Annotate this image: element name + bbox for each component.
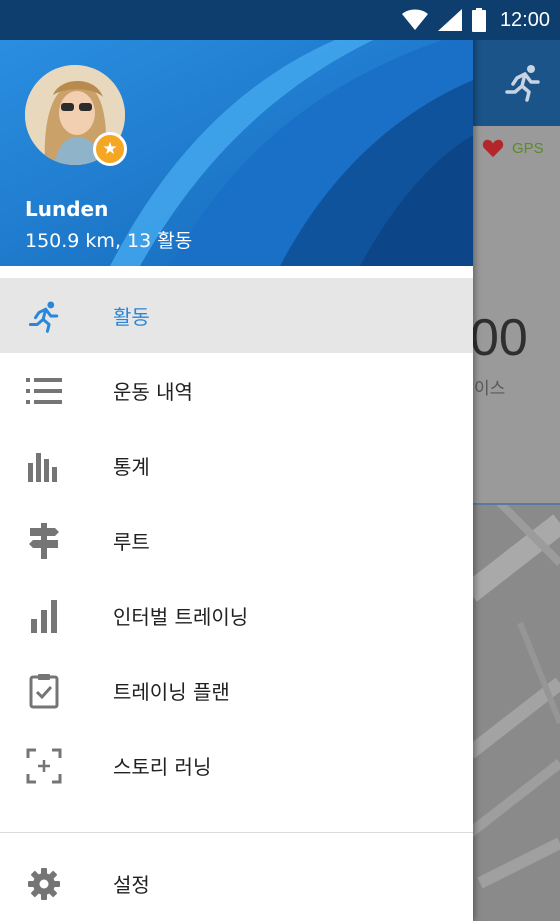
navigation-drawer: ★ Lunden 150.9 km, 13 활동 활동 운동 내역 통계 루트 … [0, 0, 473, 921]
menu-item-story-running[interactable]: 스토리 러닝 [0, 728, 473, 803]
gps-status: GPS [482, 138, 544, 158]
menu-item-label: 루트 [113, 530, 150, 554]
settings-label: 설정 [113, 873, 150, 897]
drawer-header: ★ Lunden 150.9 km, 13 활동 [0, 40, 473, 266]
menu-item-routes[interactable]: 루트 [0, 503, 473, 578]
wifi-icon [401, 9, 428, 30]
menu-item-training-plan[interactable]: 트레이닝 플랜 [0, 653, 473, 728]
menu-item-interval-training[interactable]: 인터벌 트레이닝 [0, 578, 473, 653]
menu-item-history[interactable]: 운동 내역 [0, 353, 473, 428]
drawer-menu: 활동 운동 내역 통계 루트 인터벌 트레이닝 트레이닝 플랜 스토리 러닝 [0, 278, 473, 803]
status-time: 12:00 [499, 8, 550, 31]
clipboard-check-icon [24, 671, 64, 711]
star-badge: ★ [93, 132, 127, 166]
menu-item-label: 스토리 러닝 [113, 755, 212, 779]
runner-icon[interactable] [503, 62, 543, 102]
status-bar: 12:00 [0, 0, 560, 40]
menu-item-settings[interactable]: 설정 [0, 846, 473, 921]
list-icon [24, 371, 64, 411]
bar-chart-icon [24, 446, 64, 486]
signal-icon [437, 9, 462, 31]
menu-item-label: 인터벌 트레이닝 [113, 605, 249, 629]
gps-label: GPS [512, 139, 544, 157]
star-icon: ★ [102, 138, 118, 159]
user-stats: 150.9 km, 13 활동 [25, 230, 193, 252]
menu-divider [0, 832, 473, 833]
runner-icon [24, 296, 64, 336]
menu-item-label: 활동 [113, 305, 150, 329]
interval-bars-icon [24, 596, 64, 636]
menu-item-label: 트레이닝 플랜 [113, 680, 230, 704]
signpost-icon [24, 521, 64, 561]
battery-icon [471, 8, 486, 32]
menu-item-label: 통계 [113, 455, 150, 479]
menu-item-activity[interactable]: 활동 [0, 278, 473, 353]
background-sub-label: 이스 [474, 379, 506, 399]
story-frame-icon [24, 746, 64, 786]
background-big-value: 00 [470, 309, 528, 367]
user-name: Lunden [25, 197, 109, 221]
heart-icon [482, 139, 504, 158]
menu-item-statistics[interactable]: 통계 [0, 428, 473, 503]
gear-icon [24, 864, 64, 904]
menu-item-label: 운동 내역 [113, 380, 193, 404]
